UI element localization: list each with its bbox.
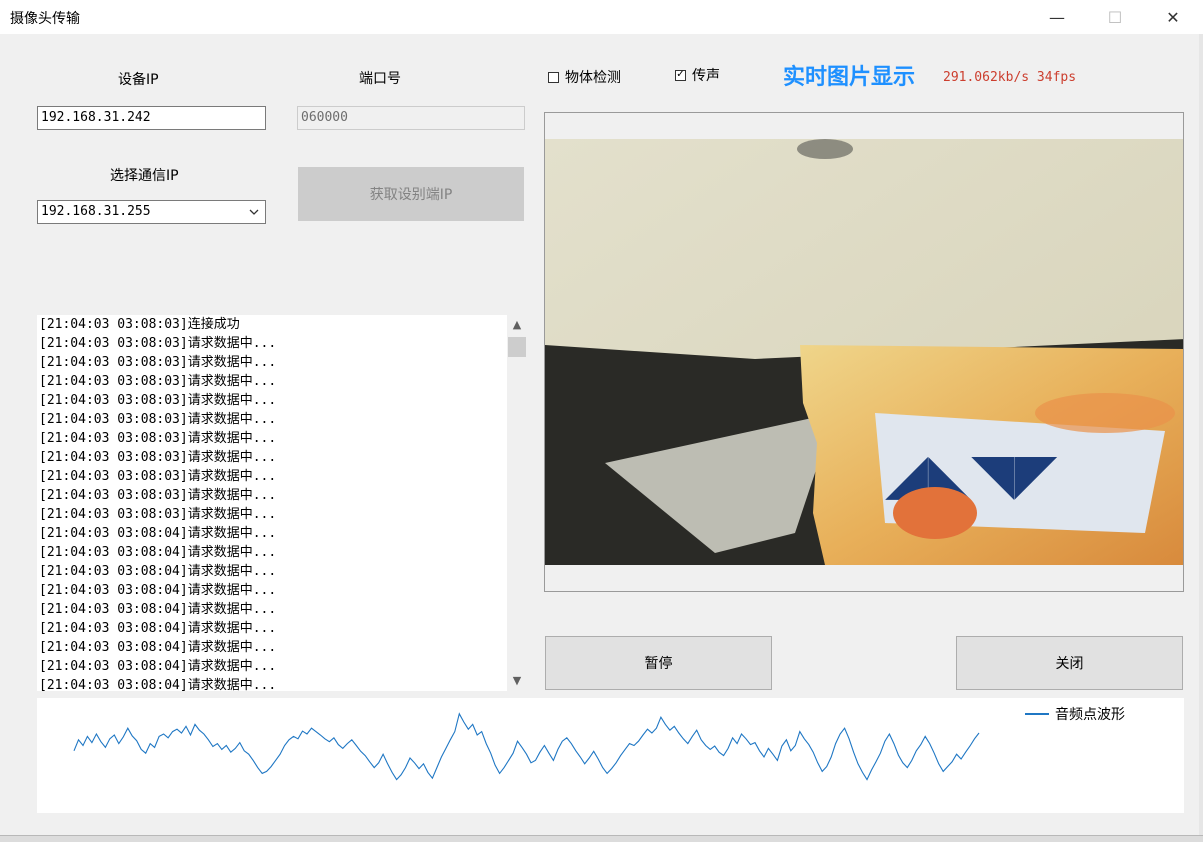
minimize-button[interactable]: — [1028, 0, 1086, 34]
waveform-legend: 音频点波形 [1025, 704, 1125, 724]
log-line: [21:04:03 03:08:03]请求数据中... [39, 393, 277, 408]
audio-label: 传声 [692, 68, 720, 84]
log-line: [21:04:03 03:08:03]请求数据中... [39, 355, 277, 370]
maximize-button[interactable]: ☐ [1086, 0, 1144, 34]
object-detect-checkbox[interactable]: 物体检测 [548, 67, 621, 87]
get-device-ip-button[interactable]: 获取设别端IP [298, 167, 524, 221]
log-panel[interactable]: [21:04:03 03:08:03]连接成功 [21:04:03 03:08:0… [37, 315, 527, 691]
port-label: 端口号 [359, 71, 401, 87]
checkbox-box: ✓ [675, 69, 686, 81]
audio-waveform-chart: 音频点波形 [37, 698, 1184, 813]
port-input[interactable]: 060000 [297, 106, 525, 130]
comm-ip-label: 选择通信IP [110, 168, 179, 184]
title-bar: 摄像头传输 — ☐ ✕ [0, 0, 1203, 34]
log-line: [21:04:03 03:08:03]请求数据中... [39, 469, 277, 484]
comm-ip-select[interactable]: 192.168.31.255 [37, 200, 266, 224]
close-window-button[interactable]: ✕ [1144, 0, 1202, 34]
scroll-down-icon[interactable]: ▼ [507, 671, 527, 689]
scroll-thumb[interactable] [508, 337, 526, 357]
waveform-svg [73, 712, 980, 781]
scroll-up-icon[interactable]: ▲ [507, 315, 527, 333]
maximize-icon: ☐ [1107, 7, 1123, 27]
device-ip-label: 设备IP [118, 72, 159, 88]
window-edge [1199, 34, 1203, 841]
log-line: [21:04:03 03:08:03]请求数据中... [39, 412, 277, 427]
close-button[interactable]: 关闭 [956, 636, 1183, 690]
log-line: [21:04:03 03:08:04]请求数据中... [39, 678, 277, 691]
log-list: [21:04:03 03:08:03]连接成功 [21:04:03 03:08:0… [39, 315, 507, 691]
log-line: [21:04:03 03:08:04]请求数据中... [39, 640, 277, 655]
log-line: [21:04:03 03:08:03]请求数据中... [39, 507, 277, 522]
log-line: [21:04:03 03:08:04]请求数据中... [39, 564, 277, 579]
log-scrollbar[interactable]: ▲ ▼ [507, 315, 527, 691]
log-line: [21:04:03 03:08:03]连接成功 [39, 317, 240, 332]
log-line: [21:04:03 03:08:04]请求数据中... [39, 621, 277, 636]
close-icon: ✕ [1166, 7, 1180, 27]
log-line: [21:04:03 03:08:03]请求数据中... [39, 374, 277, 389]
log-line: [21:04:03 03:08:04]请求数据中... [39, 526, 277, 541]
rate-readout: 291.062kb/s 34fps [943, 70, 1077, 85]
log-line: [21:04:03 03:08:03]请求数据中... [39, 488, 277, 503]
chevron-down-icon [249, 209, 259, 215]
camera-image: ◢◣◥◤ [545, 139, 1183, 565]
legend-label: 音频点波形 [1055, 707, 1125, 723]
pause-button[interactable]: 暂停 [545, 636, 772, 690]
log-line: [21:04:03 03:08:03]请求数据中... [39, 336, 277, 351]
log-line: [21:04:03 03:08:03]请求数据中... [39, 450, 277, 465]
log-line: [21:04:03 03:08:04]请求数据中... [39, 659, 277, 674]
log-line: [21:04:03 03:08:04]请求数据中... [39, 602, 277, 617]
display-title: 实时图片显示 [783, 65, 916, 90]
comm-ip-value: 192.168.31.255 [41, 204, 151, 219]
window-title: 摄像头传输 [10, 11, 80, 27]
log-line: [21:04:03 03:08:04]请求数据中... [39, 583, 277, 598]
object-detect-label: 物体检测 [565, 70, 621, 86]
checkbox-box [548, 71, 559, 83]
audio-checkbox[interactable]: ✓ 传声 [675, 65, 720, 85]
legend-line-icon [1025, 713, 1049, 715]
log-line: [21:04:03 03:08:03]请求数据中... [39, 431, 277, 446]
waveform-line [73, 712, 980, 781]
minimize-icon: — [1049, 7, 1065, 27]
video-frame: ◢◣◥◤ [544, 112, 1184, 592]
device-ip-input[interactable]: 192.168.31.242 [37, 106, 266, 130]
log-line: [21:04:03 03:08:04]请求数据中... [39, 545, 277, 560]
